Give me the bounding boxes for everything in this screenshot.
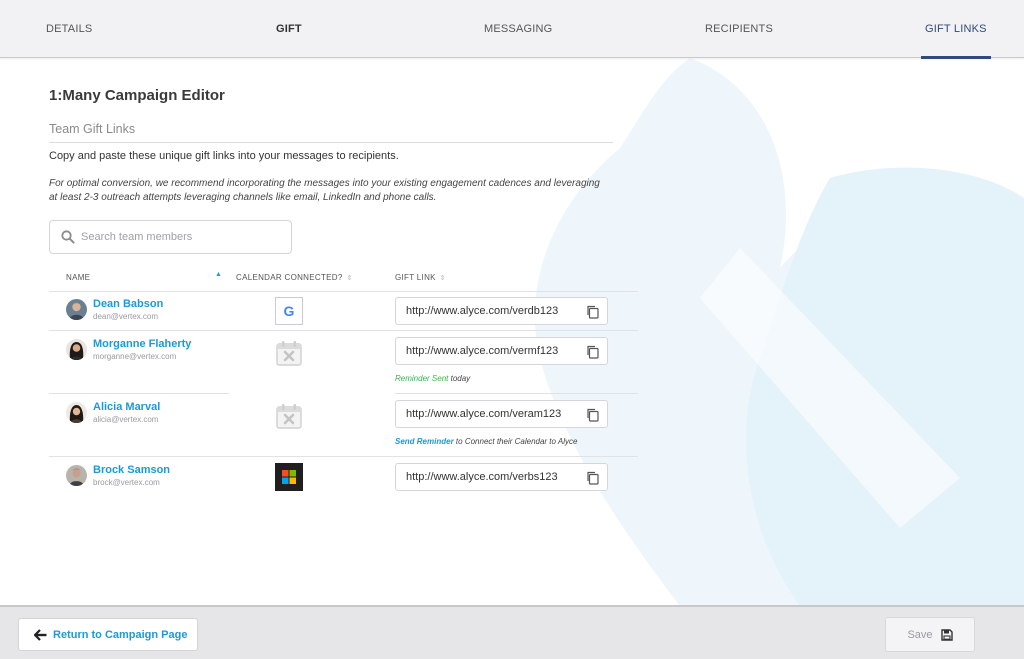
copy-icon[interactable] <box>585 304 601 320</box>
gift-link-text: http://www.alyce.com/verdb123 <box>406 305 559 317</box>
table-row: Dean Babson dean@vertex.com <box>66 298 163 322</box>
tab-messaging[interactable]: MESSAGING <box>484 0 552 58</box>
table-row: Alicia Marval alicia@vertex.com <box>66 401 160 425</box>
sort-calendar-icon[interactable]: ⇕ <box>347 274 353 282</box>
conversion-note: For optimal conversion, we recommend inc… <box>49 178 600 203</box>
gift-link-field[interactable]: http://www.alyce.com/verdb123 <box>395 297 608 325</box>
avatar <box>66 339 87 360</box>
gift-link-text: http://www.alyce.com/veram123 <box>406 408 562 420</box>
column-header-gift-link[interactable]: GIFT LINK ⇕ <box>395 273 446 282</box>
google-calendar-icon: G <box>275 297 303 325</box>
floppy-disk-icon <box>940 628 953 641</box>
copy-icon[interactable] <box>585 344 601 360</box>
tab-gift[interactable]: GIFT <box>276 0 302 58</box>
return-button-label: Return to Campaign Page <box>53 628 188 641</box>
tab-gift-links[interactable]: GIFT LINKS <box>921 0 991 59</box>
gift-link-field[interactable]: http://www.alyce.com/verbs123 <box>395 463 608 491</box>
column-header-name[interactable]: NAME <box>66 273 90 282</box>
member-name-link[interactable]: Dean Babson <box>93 298 163 311</box>
gift-link-text: http://www.alyce.com/verbs123 <box>406 471 558 483</box>
tab-details[interactable]: DETAILS <box>46 0 92 58</box>
section-title: Team Gift Links <box>49 122 136 136</box>
calendar-not-connected-icon <box>275 339 303 367</box>
member-email: brock@vertex.com <box>93 478 160 487</box>
search-icon <box>61 230 75 244</box>
microsoft-calendar-icon <box>275 463 303 491</box>
search-box[interactable] <box>49 220 292 254</box>
member-name-link[interactable]: Brock Samson <box>93 464 170 477</box>
page-title: 1:Many Campaign Editor <box>49 87 225 104</box>
column-header-calendar[interactable]: CALENDAR CONNECTED? ⇕ <box>236 273 353 282</box>
save-button[interactable]: Save <box>885 617 975 652</box>
member-name-link[interactable]: Alicia Marval <box>93 401 160 414</box>
gift-link-text: http://www.alyce.com/vermf123 <box>406 345 559 357</box>
return-to-campaign-button[interactable]: Return to Campaign Page <box>18 618 198 651</box>
send-reminder-status: Send Reminder to Connect their Calendar … <box>395 437 578 446</box>
search-input[interactable] <box>81 231 281 243</box>
avatar <box>66 402 87 423</box>
sort-gift-link-icon[interactable]: ⇕ <box>440 274 446 282</box>
copy-icon[interactable] <box>585 407 601 423</box>
copy-icon[interactable] <box>585 470 601 486</box>
save-button-label: Save <box>907 628 933 641</box>
gift-link-field[interactable]: http://www.alyce.com/veram123 <box>395 400 608 428</box>
row-divider <box>49 291 638 292</box>
row-divider <box>49 330 638 331</box>
gift-link-field[interactable]: http://www.alyce.com/vermf123 <box>395 337 608 365</box>
table-header: NAME ▲ CALENDAR CONNECTED? ⇕ GIFT LINK ⇕ <box>49 271 638 291</box>
section-divider <box>49 142 613 143</box>
table-row: Morganne Flaherty morganne@vertex.com <box>66 338 191 362</box>
member-name-link[interactable]: Morganne Flaherty <box>93 338 191 351</box>
member-email: morganne@vertex.com <box>93 352 177 361</box>
calendar-not-connected-icon <box>275 402 303 430</box>
avatar <box>66 465 87 486</box>
intro-text: Copy and paste these unique gift links i… <box>49 150 399 162</box>
reminder-status: Reminder Sent today <box>395 374 471 383</box>
row-divider <box>49 393 229 394</box>
tab-bar: DETAILS GIFT MESSAGING RECIPIENTS GIFT L… <box>0 0 1024 59</box>
row-divider <box>49 456 638 457</box>
tab-recipients[interactable]: RECIPIENTS <box>705 0 773 58</box>
row-divider <box>395 393 638 394</box>
table-row: Brock Samson brock@vertex.com <box>66 464 170 488</box>
avatar <box>66 299 87 320</box>
footer-bar: Return to Campaign Page Save <box>0 605 1024 659</box>
member-email: alicia@vertex.com <box>93 415 159 424</box>
member-email: dean@vertex.com <box>93 312 159 321</box>
reminder-sent-label: Reminder Sent <box>395 374 449 383</box>
sort-name-icon[interactable]: ▲ <box>215 271 222 278</box>
arrow-left-icon <box>34 628 47 641</box>
background-decoration <box>500 58 1024 606</box>
send-reminder-link[interactable]: Send Reminder <box>395 437 454 446</box>
